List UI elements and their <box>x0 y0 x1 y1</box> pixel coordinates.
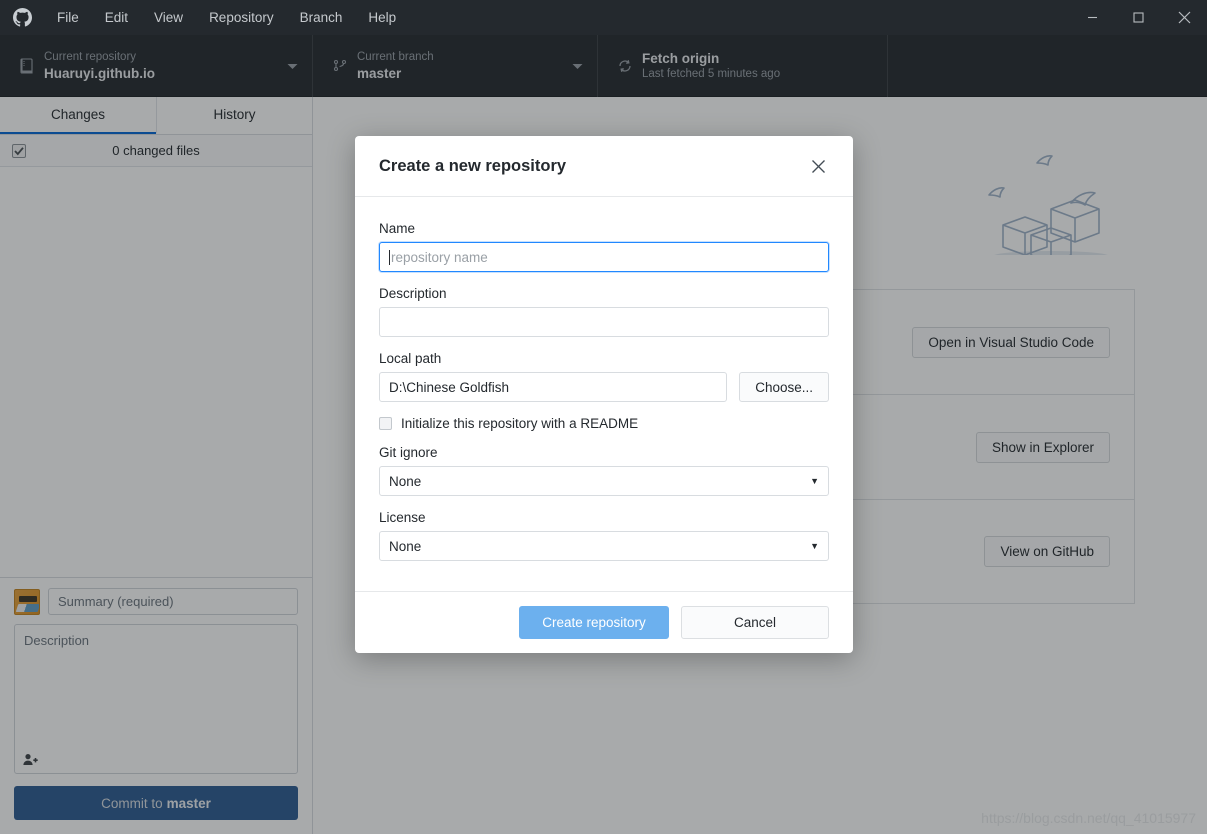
cancel-button[interactable]: Cancel <box>681 606 829 639</box>
repository-description-input[interactable] <box>379 307 829 337</box>
create-repository-button[interactable]: Create repository <box>519 606 669 639</box>
chevron-down-icon: ▼ <box>810 476 819 486</box>
text-cursor <box>389 249 390 265</box>
chevron-down-icon: ▼ <box>810 541 819 551</box>
minimize-button[interactable] <box>1069 0 1115 35</box>
initialize-readme-checkbox[interactable] <box>379 417 392 430</box>
maximize-button[interactable] <box>1115 0 1161 35</box>
menu-item-repository[interactable]: Repository <box>196 0 287 35</box>
menu-item-file[interactable]: File <box>44 0 92 35</box>
field-name: Name repository name <box>379 221 829 272</box>
gitignore-select[interactable]: None ▼ <box>379 466 829 496</box>
name-label: Name <box>379 221 416 236</box>
gitignore-value: None <box>389 473 422 489</box>
license-value: None <box>389 538 422 554</box>
local-path-input[interactable]: D:\Chinese Goldfish <box>379 372 728 402</box>
dialog-body: Name repository name Description Local p… <box>355 197 853 591</box>
local-path-label: Local path <box>379 351 442 366</box>
title-bar: File Edit View Repository Branch Help <box>0 0 1207 35</box>
menu-item-branch[interactable]: Branch <box>287 0 356 35</box>
description-label: Description <box>379 286 447 301</box>
license-label: License <box>379 510 426 525</box>
repository-name-input[interactable]: repository name <box>379 242 829 272</box>
field-local-path: Local path D:\Chinese Goldfish Choose... <box>379 351 829 402</box>
gitignore-label: Git ignore <box>379 445 438 460</box>
field-license: License None ▼ <box>379 510 829 561</box>
close-icon[interactable] <box>807 155 829 177</box>
dialog-footer: Create repository Cancel <box>355 591 853 653</box>
dialog-header: Create a new repository <box>355 136 853 197</box>
create-repository-dialog: Create a new repository Name repository … <box>355 136 853 653</box>
field-description: Description <box>379 286 829 337</box>
menu-item-view[interactable]: View <box>141 0 196 35</box>
choose-path-button[interactable]: Choose... <box>739 372 829 402</box>
repository-name-placeholder: repository name <box>391 249 488 265</box>
menu-bar: File Edit View Repository Branch Help <box>44 0 409 35</box>
github-logo-icon <box>0 0 44 35</box>
readme-checkbox-row[interactable]: Initialize this repository with a README <box>379 416 829 431</box>
github-desktop-window: File Edit View Repository Branch Help Cu… <box>0 0 1207 834</box>
field-gitignore: Git ignore None ▼ <box>379 445 829 496</box>
window-controls <box>1069 0 1207 35</box>
dialog-title: Create a new repository <box>379 156 567 175</box>
menu-item-help[interactable]: Help <box>355 0 409 35</box>
local-path-value: D:\Chinese Goldfish <box>389 379 510 395</box>
close-window-button[interactable] <box>1161 0 1207 35</box>
license-select[interactable]: None ▼ <box>379 531 829 561</box>
menu-item-edit[interactable]: Edit <box>92 0 141 35</box>
initialize-readme-label: Initialize this repository with a README <box>401 416 639 431</box>
